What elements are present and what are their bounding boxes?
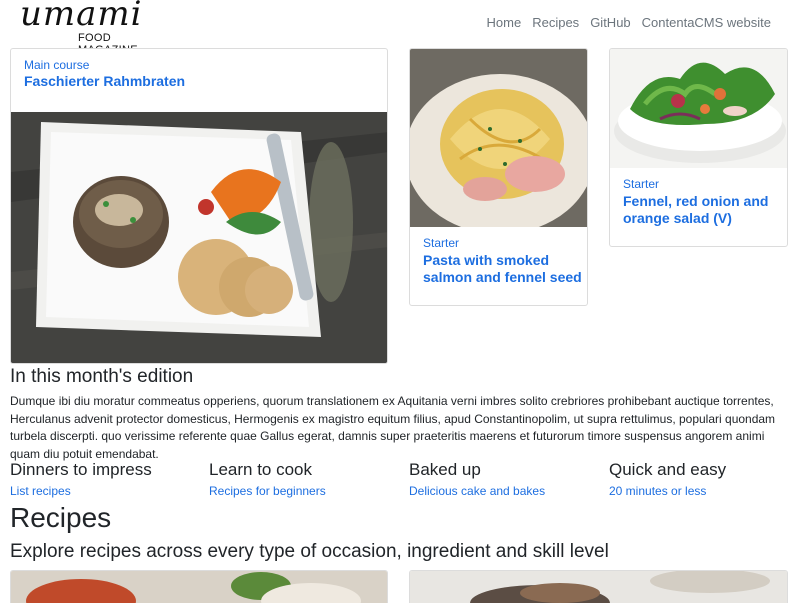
quick-heading: Quick and easy — [609, 460, 727, 479]
recipe-preview-card-1[interactable] — [10, 570, 388, 603]
pasta-title[interactable]: Pasta with smoked salmon and fennel seed — [423, 252, 583, 286]
main-nav: Home Recipes GitHub ContentaCMS website — [487, 15, 771, 30]
recipe-card-pasta[interactable]: Starter Pasta with smoked salmon and fen… — [409, 48, 588, 306]
nav-github[interactable]: GitHub — [590, 15, 630, 30]
recipe-card-fennel-salad[interactable]: Starter Fennel, red onion and orange sal… — [609, 48, 788, 247]
pasta-category: Starter — [423, 236, 460, 250]
site-logo[interactable]: umami FOOD MAGAZINE — [20, 0, 165, 56]
featured-category: Main course — [24, 58, 90, 72]
baked-heading: Baked up — [409, 460, 481, 479]
section-baked: Baked up Delicious cake and bakes — [409, 460, 599, 498]
section-dinners: Dinners to impress List recipes — [10, 460, 200, 498]
fennel-salad-image[interactable] — [610, 49, 787, 168]
featured-card-header: Main course Faschierter Rahmbraten — [24, 58, 374, 90]
fennel-category: Starter — [623, 177, 660, 191]
learn-heading: Learn to cook — [209, 460, 313, 479]
nav-recipes[interactable]: Recipes — [532, 15, 579, 30]
featured-recipe-image[interactable] — [11, 112, 387, 363]
dinners-heading: Dinners to impress — [10, 460, 152, 479]
learn-link[interactable]: Recipes for beginners — [209, 484, 399, 498]
recipe-preview-image-1[interactable] — [11, 571, 388, 603]
baked-link[interactable]: Delicious cake and bakes — [409, 484, 599, 498]
recipe-preview-card-2[interactable] — [409, 570, 788, 603]
nav-home[interactable]: Home — [487, 15, 522, 30]
pasta-image[interactable] — [410, 49, 587, 227]
recipes-subheading: Explore recipes across every type of occ… — [10, 541, 609, 562]
edition-body: Dumque ibi diu moratur commeatus opperie… — [10, 394, 776, 461]
edition-heading: In this month's edition — [10, 366, 194, 387]
section-quick: Quick and easy 20 minutes or less — [609, 460, 799, 498]
featured-title[interactable]: Faschierter Rahmbraten — [24, 73, 374, 90]
nav-contenta-website[interactable]: ContentaCMS website — [642, 15, 771, 30]
fennel-title[interactable]: Fennel, red onion and orange salad (V) — [623, 193, 783, 227]
dinners-link[interactable]: List recipes — [10, 484, 200, 498]
featured-recipe-card[interactable]: Main course Faschierter Rahmbraten — [10, 48, 388, 364]
pasta-card-body: Starter Pasta with smoked salmon and fen… — [423, 236, 583, 286]
recipes-heading: Recipes — [10, 502, 112, 533]
recipe-preview-image-2[interactable] — [410, 571, 788, 603]
logo-wordmark: umami — [20, 0, 143, 34]
section-learn: Learn to cook Recipes for beginners — [209, 460, 399, 498]
quick-link[interactable]: 20 minutes or less — [609, 484, 799, 498]
fennel-card-body: Starter Fennel, red onion and orange sal… — [623, 177, 783, 227]
